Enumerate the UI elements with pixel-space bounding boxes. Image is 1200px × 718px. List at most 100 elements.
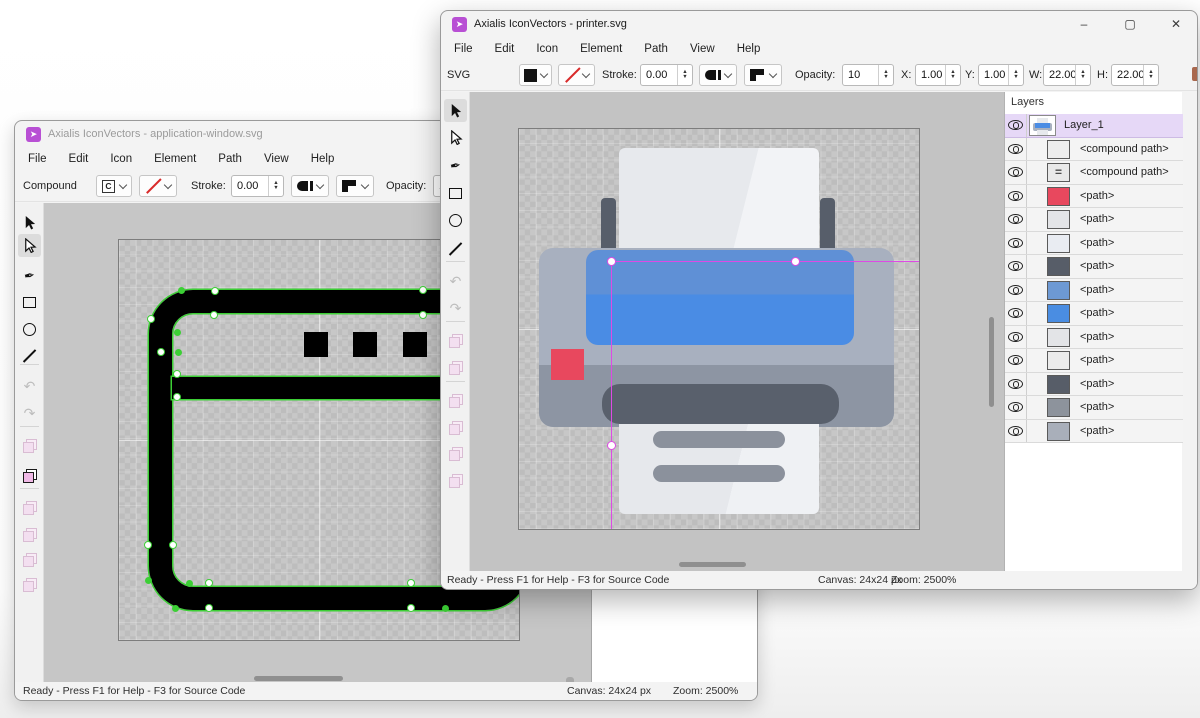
app-window-icon-button-square[interactable] [353, 332, 377, 357]
menu-file[interactable]: File [17, 148, 58, 170]
window-printer-svg[interactable]: ➤ Axialis IconVectors - printer.svg – ▢ … [440, 10, 1198, 590]
line-cap-dropdown[interactable] [699, 64, 737, 86]
menu-path[interactable]: Path [207, 148, 253, 170]
stroke-input[interactable]: 0.00 ▲▼ [231, 175, 284, 197]
tool-arrange-backward[interactable] [444, 442, 467, 465]
h-spinner[interactable]: ▲▼ [1143, 65, 1158, 85]
stroke-color-dropdown[interactable] [558, 64, 595, 86]
layer-row[interactable]: <path> [1005, 232, 1183, 256]
h-input[interactable]: 22.00 ▲▼ [1111, 64, 1159, 86]
w-input[interactable]: 22.00 ▲▼ [1043, 64, 1091, 86]
clipped-toolbar-item[interactable] [1192, 67, 1197, 81]
tool-ellipse[interactable] [18, 318, 41, 341]
selection-handle[interactable] [607, 441, 616, 450]
path-node[interactable] [210, 311, 218, 319]
layer-row[interactable]: <path> [1005, 420, 1183, 444]
menu-help[interactable]: Help [726, 38, 772, 60]
tool-boolean-subtract[interactable] [444, 356, 467, 379]
tool-select[interactable] [18, 211, 41, 234]
tool-arrange-forward[interactable] [18, 523, 41, 546]
stroke-input[interactable]: 0.00 ▲▼ [640, 64, 693, 86]
menu-view[interactable]: View [679, 38, 726, 60]
titlebar[interactable]: ➤ Axialis IconVectors - printer.svg – ▢ … [441, 11, 1197, 38]
tool-arrange-front[interactable] [444, 389, 467, 412]
horizontal-scrollbar[interactable] [254, 676, 343, 681]
selection-handle[interactable] [607, 257, 616, 266]
tool-arrange-backward[interactable] [18, 548, 41, 571]
layer-row[interactable]: <path> [1005, 326, 1183, 350]
opacity-spinner[interactable]: ▲▼ [878, 65, 893, 85]
icon-canvas[interactable] [518, 128, 920, 530]
tool-line[interactable] [444, 237, 467, 260]
path-node[interactable] [205, 604, 213, 612]
tool-redo[interactable]: ↷ [18, 401, 41, 424]
layer-row[interactable]: <path> [1005, 279, 1183, 303]
menu-view[interactable]: View [253, 148, 300, 170]
menu-path[interactable]: Path [633, 38, 679, 60]
path-node[interactable] [147, 315, 155, 323]
path-node[interactable] [157, 348, 165, 356]
canvas-area[interactable]: 22.00 x 22.00 [470, 92, 1004, 574]
stroke-color-dropdown[interactable] [139, 175, 177, 197]
tool-redo[interactable]: ↷ [444, 296, 467, 319]
layer-row-layer1[interactable]: Layer_1 [1005, 114, 1183, 138]
minimize-button[interactable]: – [1061, 11, 1107, 37]
line-cap-dropdown[interactable] [291, 175, 329, 197]
tool-pen[interactable]: ✒ [18, 264, 41, 287]
path-node[interactable] [205, 579, 213, 587]
tool-undo[interactable]: ↶ [444, 269, 467, 292]
stroke-spinner[interactable]: ▲▼ [268, 176, 283, 196]
menu-element[interactable]: Element [569, 38, 633, 60]
path-node[interactable] [173, 393, 181, 401]
x-input[interactable]: 1.00 ▲▼ [915, 64, 961, 86]
menu-edit[interactable]: Edit [484, 38, 526, 60]
layer-row[interactable]: <path> [1005, 255, 1183, 279]
tool-undo[interactable]: ↶ [18, 374, 41, 397]
tool-select[interactable] [444, 99, 467, 122]
path-node[interactable] [175, 349, 182, 356]
tool-pen[interactable]: ✒ [444, 154, 467, 177]
layer-row[interactable]: <path> [1005, 396, 1183, 420]
printer-tray-bar-right[interactable] [820, 198, 835, 250]
path-node[interactable] [419, 311, 427, 319]
path-node[interactable] [144, 541, 152, 549]
app-window-icon-button-square[interactable] [403, 332, 427, 357]
tool-arrange-back[interactable] [444, 469, 467, 492]
tool-rectangle[interactable] [18, 291, 41, 314]
selection-handle[interactable] [791, 257, 800, 266]
menu-icon[interactable]: Icon [525, 38, 569, 60]
tool-arrange-front[interactable] [18, 496, 41, 519]
tool-rectangle[interactable] [444, 182, 467, 205]
layer-row[interactable]: = <compound path> [1005, 161, 1183, 185]
tool-arrange-forward[interactable] [444, 416, 467, 439]
menu-icon[interactable]: Icon [99, 148, 143, 170]
fill-dropdown[interactable]: C [96, 175, 132, 197]
tool-direct-select[interactable] [18, 234, 41, 257]
path-node[interactable] [174, 329, 181, 336]
maximize-button[interactable]: ▢ [1107, 11, 1153, 37]
fill-dropdown[interactable] [519, 64, 552, 86]
tool-ellipse[interactable] [444, 209, 467, 232]
menu-file[interactable]: File [443, 38, 484, 60]
opacity-input[interactable]: 10 ▲▼ [842, 64, 894, 86]
y-spinner[interactable]: ▲▼ [1008, 65, 1023, 85]
layer-row[interactable]: <path> [1005, 208, 1183, 232]
path-node[interactable] [407, 579, 415, 587]
path-node[interactable] [173, 370, 181, 378]
x-spinner[interactable]: ▲▼ [945, 65, 960, 85]
close-button[interactable]: ✕ [1153, 11, 1198, 37]
selection-rectangle[interactable] [611, 261, 920, 530]
menu-element[interactable]: Element [143, 148, 207, 170]
path-node[interactable] [442, 605, 449, 612]
path-node[interactable] [169, 541, 177, 549]
printer-power-button[interactable] [551, 349, 584, 380]
path-node[interactable] [145, 577, 152, 584]
path-node[interactable] [178, 287, 185, 294]
menu-edit[interactable]: Edit [58, 148, 100, 170]
horizontal-scrollbar[interactable] [679, 562, 746, 567]
path-node[interactable] [172, 605, 179, 612]
layer-row[interactable]: <path> [1005, 302, 1183, 326]
path-node[interactable] [419, 286, 427, 294]
path-node[interactable] [186, 580, 193, 587]
printer-paper-input[interactable] [619, 148, 819, 249]
